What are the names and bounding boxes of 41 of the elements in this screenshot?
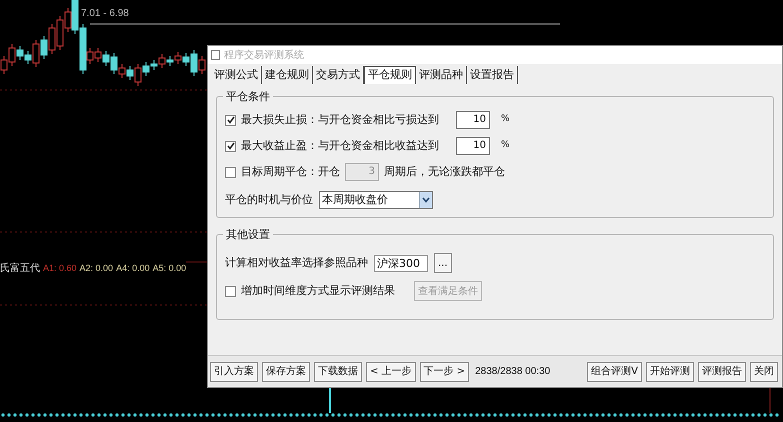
tab[interactable]: 评测品种: [416, 66, 467, 84]
option-label: 最大损失止损：与开仓资金相比亏损达到: [241, 112, 439, 128]
number-field[interactable]: 10: [456, 137, 490, 155]
option-label: 计算相对收益率选择参照品种: [225, 254, 368, 271]
option-label: 平仓的时机与价位: [225, 192, 313, 208]
tab[interactable]: 设置报告: [467, 66, 518, 84]
option-label: 增加时间维度方式显示评测结果: [241, 282, 395, 299]
dialog-button[interactable]: 下一步 >: [420, 362, 470, 382]
dropdown[interactable]: 本周期收盘价: [319, 191, 433, 209]
dialog-button[interactable]: 下载数据: [314, 362, 362, 382]
dialog-button[interactable]: < 上一步: [366, 362, 416, 382]
tab[interactable]: 平仓规则: [364, 66, 416, 84]
benchmark-field[interactable]: 沪深300: [374, 254, 428, 272]
checkbox[interactable]: [225, 140, 236, 152]
tab[interactable]: 评测公式: [211, 66, 262, 84]
dialog-button[interactable]: 引入方案: [210, 362, 258, 382]
dialog-button[interactable]: 评测报告: [698, 362, 746, 382]
checkmark-icon: [226, 116, 234, 124]
option-label: 最大收益止盈：与开仓资金相比收益达到: [241, 138, 439, 154]
dialog-button[interactable]: 开始评测: [646, 362, 694, 382]
indicator-name: 氏富五代: [0, 262, 40, 276]
dialog-button[interactable]: 关闭: [750, 362, 778, 382]
dialog-button[interactable]: 组合评测V: [587, 362, 642, 382]
indicator-value: A1: 0.60: [43, 262, 77, 275]
window-icon: [211, 50, 220, 60]
checkmark-icon: [226, 142, 234, 150]
unit-label: %: [501, 139, 510, 152]
number-field[interactable]: 10: [456, 111, 490, 129]
dialog-button[interactable]: ...: [434, 253, 452, 273]
option-label: 目标周期平仓：开仓: [241, 164, 340, 180]
unit-label: %: [501, 113, 510, 126]
indicator-value: A5: 0.00: [152, 262, 186, 275]
dialog-button[interactable]: 保存方案: [262, 362, 310, 382]
checkbox[interactable]: [225, 114, 236, 126]
indicator-value: A2: 0.00: [80, 262, 114, 275]
progress-text: 2838/2838 00:30: [475, 365, 550, 379]
window-title: 程序交易评测系统: [224, 48, 304, 62]
tab[interactable]: 建仓规则: [262, 66, 313, 84]
unit-label: 周期后，无论涨跌都平仓: [384, 164, 505, 180]
checkbox[interactable]: [225, 286, 236, 296]
indicator-value: A4: 0.00: [116, 262, 150, 275]
